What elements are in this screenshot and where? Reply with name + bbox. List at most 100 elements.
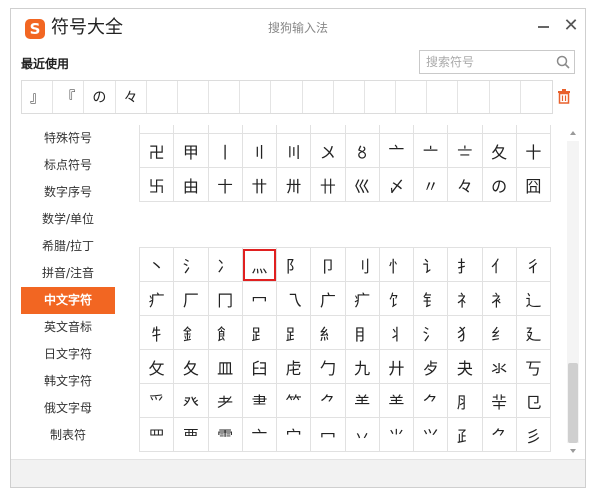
symbol-cell[interactable]: 〸 <box>207 167 243 202</box>
symbol-cell[interactable]: 饣 <box>378 281 415 316</box>
symbol-cell[interactable]: 皿 <box>207 349 243 384</box>
trash-icon[interactable] <box>557 88 571 104</box>
symbol-cell[interactable]: 疒 <box>139 281 175 316</box>
symbol-cell[interactable]: 〃 <box>412 167 449 202</box>
symbol-cell[interactable]: 纟 <box>481 315 517 350</box>
symbol-cell[interactable]: 夂 <box>173 349 209 384</box>
sidebar-item[interactable]: 制表符 <box>21 422 115 449</box>
recent-symbol-cell[interactable]: 『 <box>53 81 85 113</box>
recent-symbol-cell[interactable] <box>178 81 210 113</box>
symbol-cell[interactable]: ⺪ <box>447 417 483 452</box>
symbol-cell[interactable]: ⺼ <box>447 383 483 418</box>
symbol-cell[interactable]: ー <box>207 125 243 134</box>
recent-symbol-cell[interactable] <box>271 81 303 113</box>
symbol-cell[interactable]: 丨 <box>207 133 243 168</box>
sidebar-item[interactable]: 数字序号 <box>21 179 115 206</box>
symbol-cell[interactable]: 夂 <box>481 133 517 168</box>
symbol-cell[interactable]: 夬 <box>447 349 483 384</box>
symbol-cell[interactable]: 癶 <box>173 383 209 418</box>
recent-symbol-cell[interactable]: 』 <box>22 81 54 113</box>
symbol-cell[interactable]: 阝 <box>275 247 312 282</box>
sidebar-item[interactable]: 特殊符号 <box>21 125 115 152</box>
symbol-cell[interactable]: ー <box>173 125 209 134</box>
symbol-cell[interactable]: 犭 <box>447 315 483 350</box>
scroll-down-arrow-icon[interactable] <box>567 445 579 457</box>
recent-symbol-cell[interactable] <box>147 81 178 113</box>
symbol-cell[interactable]: 牜 <box>139 315 175 350</box>
symbol-cell[interactable]: 〹 <box>241 167 278 202</box>
symbol-cell[interactable]: ⺈ <box>481 417 517 452</box>
symbol-cell[interactable]: 勹 <box>310 349 346 384</box>
symbol-cell[interactable]: 罒 <box>139 417 175 452</box>
symbol-cell[interactable]: ⺷ <box>344 383 380 418</box>
symbol-cell[interactable]: 衤 <box>481 281 517 316</box>
scrollbar-thumb[interactable] <box>568 363 578 443</box>
symbol-cell[interactable]: 彡 <box>515 417 551 452</box>
symbol-cell[interactable]: 氵 <box>412 315 449 350</box>
symbol-cell[interactable]: ー <box>481 125 517 134</box>
symbol-cell[interactable]: 钅 <box>412 281 449 316</box>
symbol-cell[interactable]: ⻊ <box>241 315 278 350</box>
sidebar-item[interactable]: 日文字符 <box>21 341 115 368</box>
symbol-cell[interactable]: 飠 <box>207 315 243 350</box>
symbol-cell[interactable]: 冂 <box>207 281 243 316</box>
symbol-cell[interactable]: 彳 <box>515 247 551 282</box>
symbol-cell[interactable]: 礻 <box>447 281 483 316</box>
symbol-cell[interactable]: 〺 <box>275 167 312 202</box>
symbol-cell[interactable]: 巛 <box>344 167 380 202</box>
symbol-cell[interactable]: ー <box>139 125 175 134</box>
sidebar-item[interactable]: 俄文字母 <box>21 395 115 422</box>
symbol-cell[interactable]: 〣 <box>275 133 312 168</box>
symbol-cell[interactable]: 臼 <box>241 349 278 384</box>
symbol-cell[interactable]: 廴 <box>515 315 551 350</box>
symbol-cell[interactable]: 刂 <box>344 247 380 282</box>
symbol-cell[interactable]: ⺻ <box>241 383 278 418</box>
symbol-cell[interactable]: ⻗ <box>207 417 243 452</box>
symbol-cell[interactable]: 氵 <box>173 247 209 282</box>
sidebar-item[interactable]: 英文音标 <box>21 314 115 341</box>
close-button[interactable]: ✕ <box>563 15 579 37</box>
symbol-cell[interactable]: ⺮ <box>275 383 312 418</box>
symbol-cell[interactable]: 丷 <box>344 417 380 452</box>
symbol-cell[interactable]: 扌 <box>447 247 483 282</box>
symbol-cell[interactable]: ⻊ <box>275 315 312 350</box>
symbol-cell[interactable]: 亠 <box>378 133 415 168</box>
recent-symbol-cell[interactable] <box>396 81 428 113</box>
symbol-cell[interactable]: ー <box>515 125 551 134</box>
sidebar-item[interactable]: 希腊/拉丁 <box>21 233 115 260</box>
symbol-cell[interactable]: ⺈ <box>412 383 449 418</box>
scrollbar-track[interactable] <box>567 141 579 443</box>
symbol-cell[interactable]: ⺌ <box>378 417 415 452</box>
symbol-cell[interactable]: ー <box>378 125 415 134</box>
recent-symbol-cell[interactable]: 々 <box>116 81 147 113</box>
symbol-cell[interactable]: ー <box>241 125 278 134</box>
symbol-cell[interactable]: 〦 <box>412 133 449 168</box>
symbol-cell[interactable]: 氺 <box>481 349 517 384</box>
symbol-cell[interactable]: 丬 <box>378 315 415 350</box>
recent-symbol-cell[interactable] <box>303 81 334 113</box>
recent-symbol-cell[interactable] <box>490 81 521 113</box>
symbol-cell[interactable]: ー <box>447 125 483 134</box>
symbol-cell[interactable]: 乁 <box>275 281 312 316</box>
symbol-cell[interactable]: ⺈ <box>310 383 346 418</box>
recent-symbol-cell[interactable] <box>427 81 459 113</box>
symbol-cell[interactable]: ⺸ <box>481 383 517 418</box>
symbol-cell[interactable]: 讠 <box>412 247 449 282</box>
recent-symbol-cell[interactable] <box>458 81 490 113</box>
symbol-cell[interactable]: 甲 <box>173 133 209 168</box>
symbol-cell[interactable]: 由 <box>173 167 209 202</box>
symbol-cell[interactable]: 卐 <box>139 167 175 202</box>
scroll-up-arrow-icon[interactable] <box>567 127 579 139</box>
sidebar-item[interactable]: 数学/单位 <box>21 206 115 233</box>
symbol-cell[interactable]: 釒 <box>173 315 209 350</box>
sidebar-item[interactable]: 标点符号 <box>21 152 115 179</box>
recent-symbol-cell[interactable] <box>240 81 272 113</box>
symbol-cell[interactable]: 糹 <box>310 315 346 350</box>
recent-symbol-cell[interactable] <box>521 81 552 113</box>
symbol-cell[interactable]: 囧 <box>515 167 551 202</box>
symbol-cell[interactable]: 亻 <box>481 247 517 282</box>
symbol-cell[interactable]: 〆 <box>378 167 415 202</box>
symbol-cell[interactable]: 疒 <box>344 281 380 316</box>
symbol-cell[interactable]: 攵 <box>139 349 175 384</box>
symbol-cell[interactable]: 十 <box>515 133 551 168</box>
